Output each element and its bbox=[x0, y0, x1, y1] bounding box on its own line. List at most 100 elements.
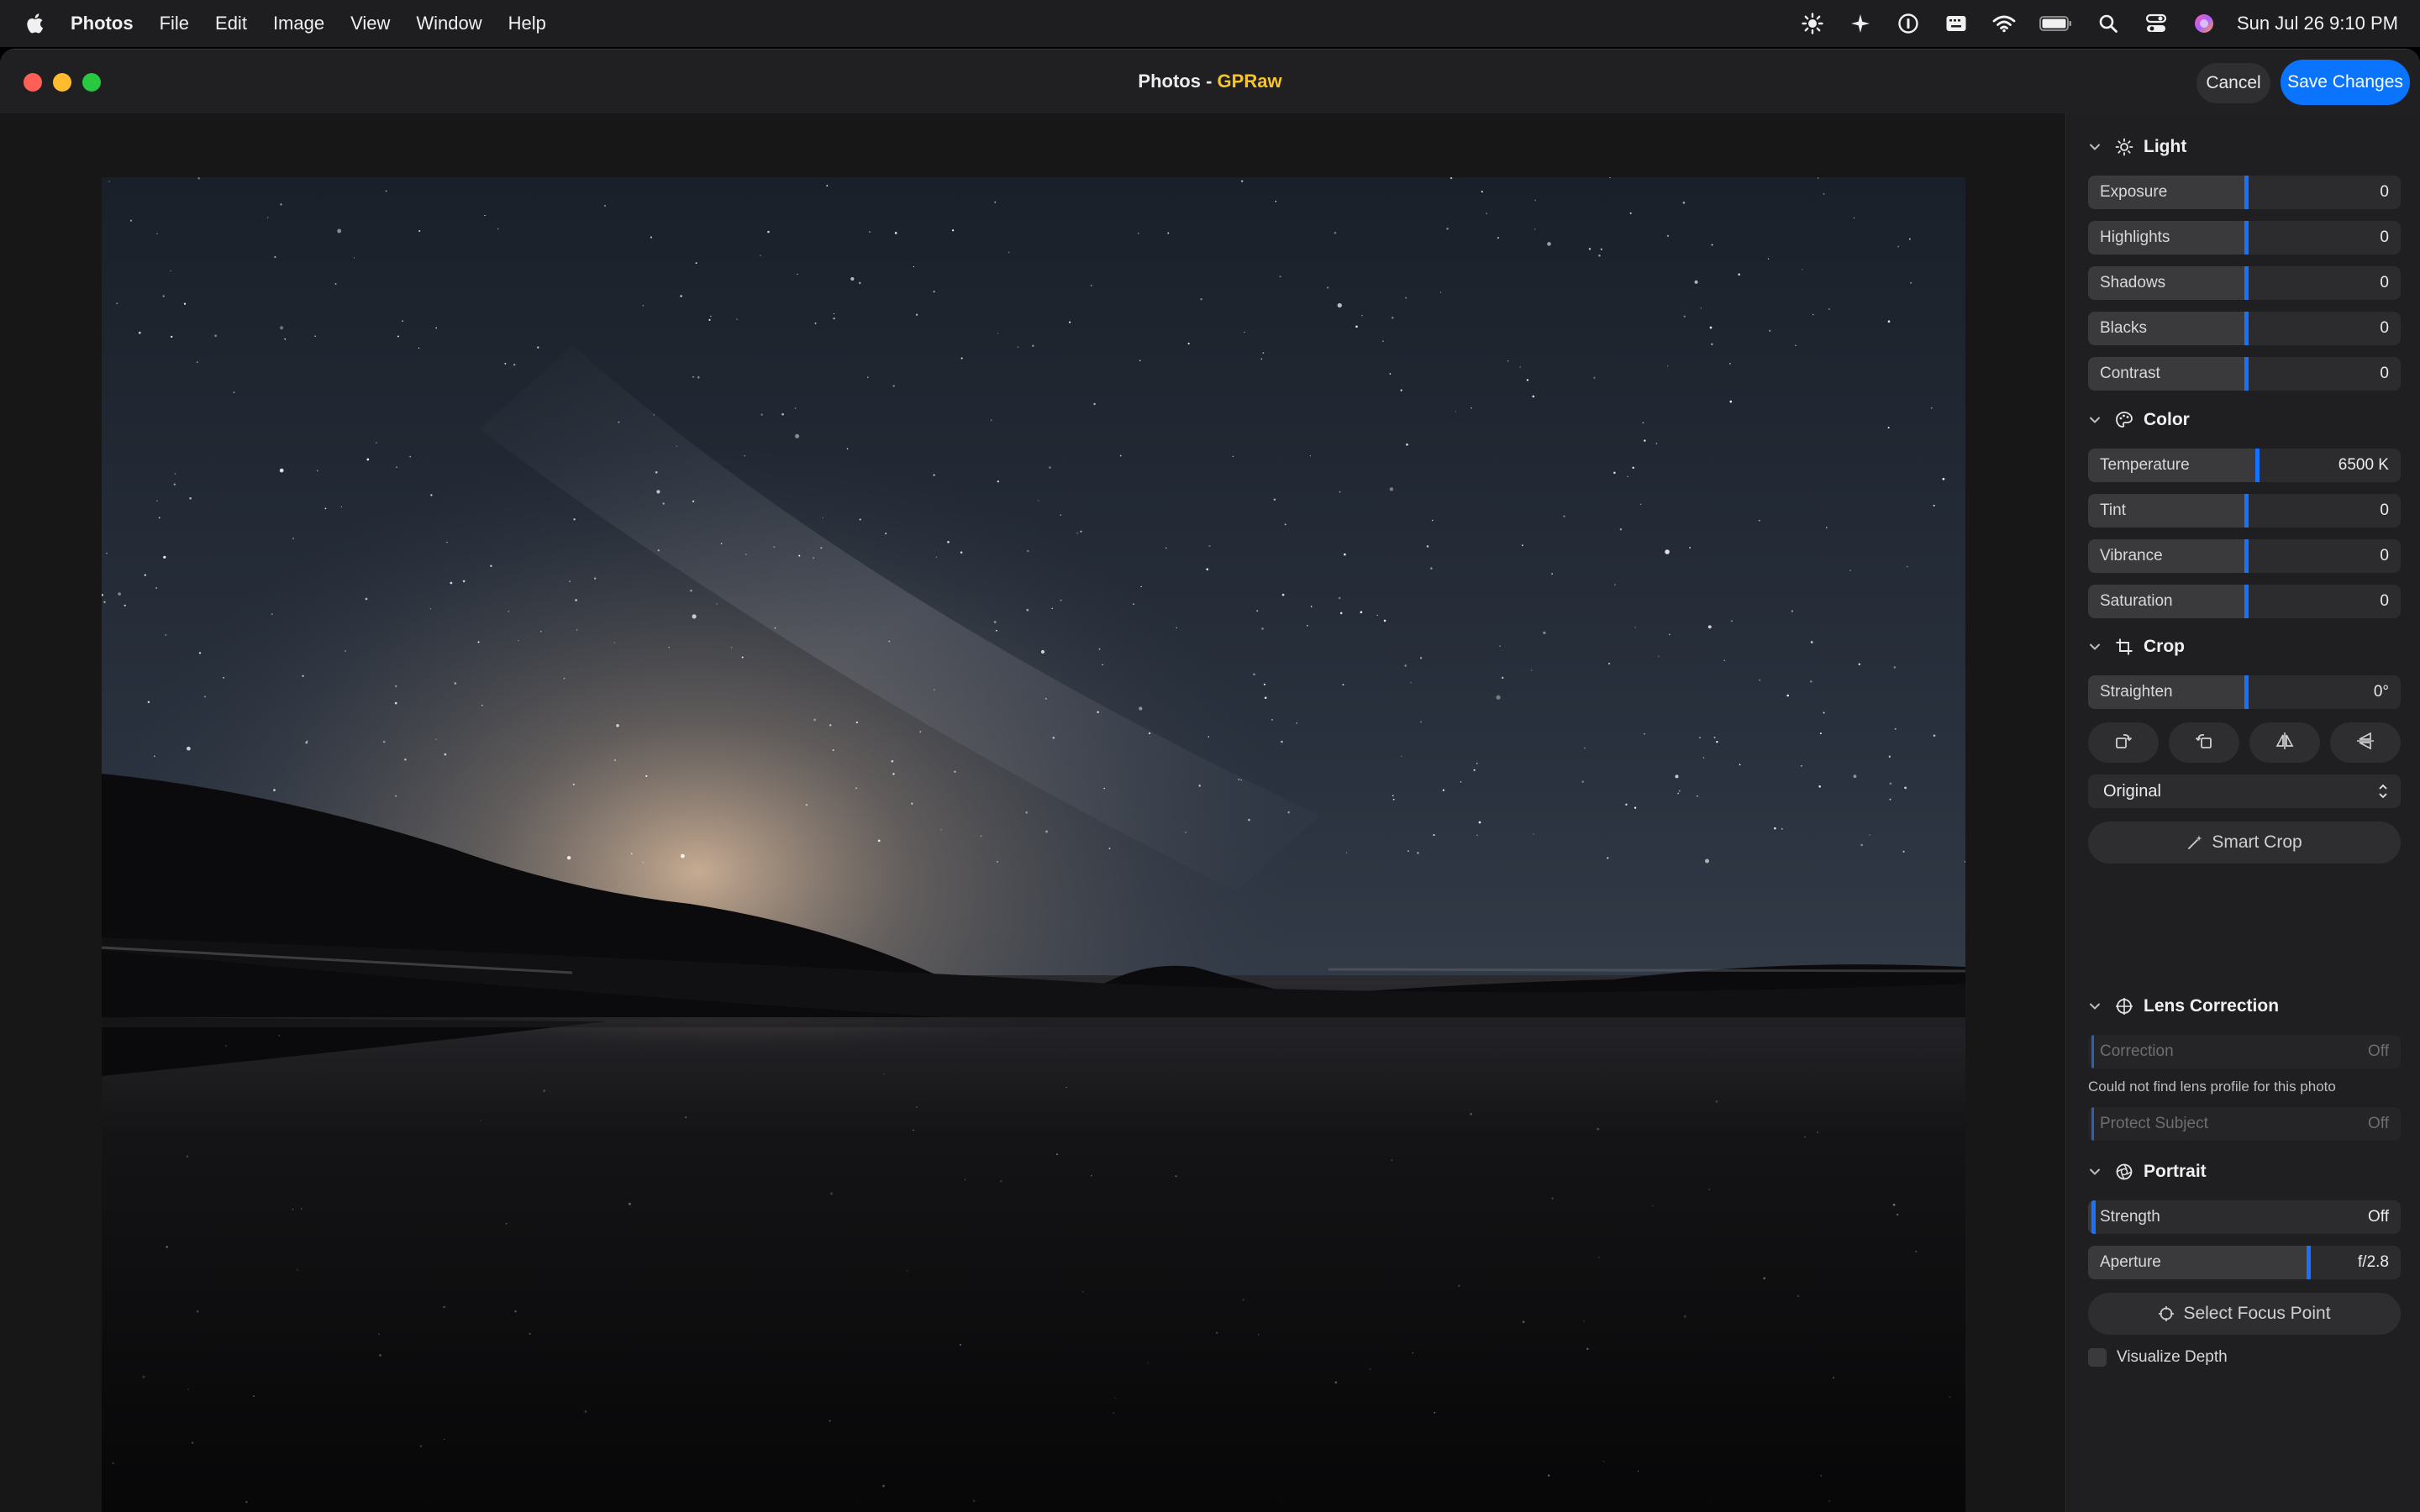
highlights-slider[interactable]: Highlights 0 bbox=[2088, 221, 2401, 255]
star bbox=[1382, 340, 1384, 342]
chevron-down-icon[interactable] bbox=[2088, 999, 2103, 1014]
star-reflection bbox=[543, 1089, 545, 1092]
chevron-down-icon[interactable] bbox=[2088, 139, 2103, 155]
star bbox=[1232, 455, 1234, 458]
star bbox=[1017, 346, 1019, 349]
window-title-app: Photos bbox=[1138, 71, 1201, 92]
title-bar: Photos - GPRaw Cancel Save Changes bbox=[0, 50, 2420, 113]
star bbox=[645, 774, 648, 777]
flip-vertical-button[interactable] bbox=[2330, 722, 2401, 763]
control-center-icon[interactable] bbox=[2144, 11, 2169, 36]
password-icon[interactable] bbox=[1896, 11, 1921, 36]
star-reflection bbox=[253, 1395, 255, 1397]
smart-crop-button[interactable]: Smart Crop bbox=[2088, 822, 2401, 864]
star bbox=[280, 326, 284, 330]
color-header[interactable]: Color bbox=[2088, 403, 2401, 437]
star-reflection bbox=[1797, 1294, 1800, 1298]
contrast-slider[interactable]: Contrast 0 bbox=[2088, 357, 2401, 391]
slider-knob[interactable] bbox=[2244, 585, 2249, 618]
slider-knob[interactable] bbox=[2244, 675, 2249, 709]
star-reflection bbox=[529, 1332, 531, 1335]
chevron-down-icon[interactable] bbox=[2088, 412, 2103, 428]
sparkle-icon[interactable] bbox=[1848, 11, 1873, 36]
crop-header[interactable]: Crop bbox=[2088, 630, 2401, 664]
lens-correction-label: Lens Correction bbox=[2144, 996, 2280, 1016]
slider-knob[interactable] bbox=[2255, 449, 2260, 482]
menu-help[interactable]: Help bbox=[508, 0, 546, 47]
portrait-header[interactable]: Portrait bbox=[2088, 1155, 2401, 1189]
star-reflection bbox=[187, 1388, 189, 1390]
star bbox=[855, 721, 859, 724]
rotate-button[interactable] bbox=[2088, 722, 2159, 763]
apple-logo-icon[interactable] bbox=[25, 13, 44, 34]
exposure-slider[interactable]: Exposure 0 bbox=[2088, 176, 2401, 209]
menu-window[interactable]: Window bbox=[416, 0, 481, 47]
menu-edit[interactable]: Edit bbox=[215, 0, 247, 47]
slider-knob[interactable] bbox=[2244, 539, 2249, 573]
star bbox=[885, 533, 887, 535]
menu-view[interactable]: View bbox=[350, 0, 390, 47]
star-reflection bbox=[378, 1333, 380, 1336]
star bbox=[1045, 830, 1048, 833]
star bbox=[1786, 694, 1789, 697]
light-header[interactable]: Light bbox=[2088, 130, 2401, 164]
slider-knob[interactable] bbox=[2091, 1200, 2096, 1234]
star bbox=[1563, 515, 1565, 517]
star bbox=[462, 580, 466, 583]
chevron-down-icon[interactable] bbox=[2088, 1164, 2103, 1179]
flip-rotate-button[interactable] bbox=[2169, 722, 2239, 763]
star bbox=[144, 574, 146, 576]
star bbox=[1140, 585, 1142, 588]
star bbox=[767, 230, 770, 234]
star bbox=[681, 853, 685, 858]
slider-knob[interactable] bbox=[2244, 221, 2249, 255]
slider-knob[interactable] bbox=[2244, 494, 2249, 528]
flip-horizontal-button[interactable] bbox=[2249, 722, 2320, 763]
wifi-icon[interactable] bbox=[1991, 11, 2017, 36]
save-changes-button[interactable]: Save Changes bbox=[2281, 60, 2410, 105]
blacks-slider[interactable]: Blacks 0 bbox=[2088, 312, 2401, 345]
strength-slider[interactable]: Strength Off bbox=[2088, 1200, 2401, 1234]
slider-knob[interactable] bbox=[2244, 266, 2249, 300]
menu-file[interactable]: File bbox=[160, 0, 189, 47]
star bbox=[1248, 818, 1250, 822]
visualize-depth-checkbox[interactable] bbox=[2088, 1348, 2107, 1367]
star bbox=[1167, 232, 1170, 234]
menu-clock[interactable]: Sun Jul 26 9:10 PM bbox=[2237, 13, 2398, 34]
straighten-slider[interactable]: Straighten 0° bbox=[2088, 675, 2401, 709]
temperature-slider[interactable]: Temperature 6500 K bbox=[2088, 449, 2401, 482]
aspect-ratio-select[interactable]: Original bbox=[2088, 774, 2401, 808]
tint-slider[interactable]: Tint 0 bbox=[2088, 494, 2401, 528]
slider-knob[interactable] bbox=[2307, 1246, 2311, 1279]
star bbox=[1644, 732, 1646, 735]
menu-image[interactable]: Image bbox=[273, 0, 324, 47]
keyboard-icon[interactable] bbox=[1944, 11, 1969, 36]
select-focus-point-button[interactable]: Select Focus Point bbox=[2088, 1293, 2401, 1335]
vibrance-slider[interactable]: Vibrance 0 bbox=[2088, 539, 2401, 573]
slider-label: Saturation bbox=[2100, 592, 2173, 610]
cancel-button[interactable]: Cancel bbox=[2196, 63, 2270, 103]
menu-app-photos[interactable]: Photos bbox=[71, 0, 134, 47]
chevron-down-icon[interactable] bbox=[2088, 639, 2103, 654]
slider-knob[interactable] bbox=[2244, 357, 2249, 391]
star-reflection bbox=[196, 1310, 199, 1313]
star bbox=[353, 257, 355, 259]
star bbox=[1655, 443, 1658, 444]
star bbox=[165, 633, 167, 636]
chevron-up-down-icon bbox=[2377, 781, 2389, 801]
saturation-slider[interactable]: Saturation 0 bbox=[2088, 585, 2401, 618]
spotlight-icon[interactable] bbox=[2096, 11, 2121, 36]
battery-icon[interactable] bbox=[2039, 11, 2073, 36]
star bbox=[1296, 722, 1297, 724]
star bbox=[1600, 248, 1602, 250]
shadows-slider[interactable]: Shadows 0 bbox=[2088, 266, 2401, 300]
slider-knob[interactable] bbox=[2244, 176, 2249, 209]
star bbox=[1819, 732, 1822, 735]
lens-correction-header[interactable]: Lens Correction bbox=[2088, 990, 2401, 1023]
slider-knob[interactable] bbox=[2244, 312, 2249, 345]
photo-preview[interactable] bbox=[102, 177, 1965, 1512]
star bbox=[1060, 599, 1062, 601]
brightness-icon[interactable] bbox=[1800, 11, 1825, 36]
siri-icon[interactable] bbox=[2191, 11, 2217, 36]
aperture-slider[interactable]: Aperture f/2.8 bbox=[2088, 1246, 2401, 1279]
